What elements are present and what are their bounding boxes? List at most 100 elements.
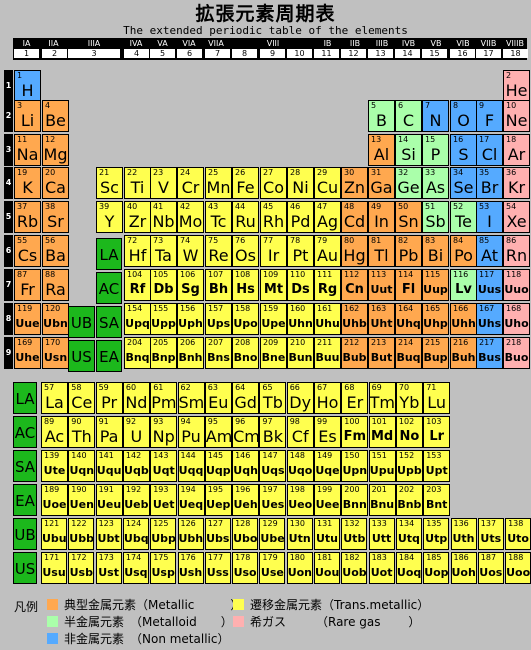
series-cell: 71 Lu	[423, 382, 451, 414]
series-cell: 177 Uss	[204, 552, 231, 584]
group-number: 6	[177, 49, 202, 58]
series-marker: UB	[68, 306, 95, 338]
element-symbol: Bnu	[370, 498, 395, 511]
element-symbol: Usn	[43, 351, 68, 364]
element-cell: 14 Si	[395, 134, 422, 166]
atomic-number: 24	[180, 168, 191, 177]
atomic-number: 149	[317, 451, 333, 460]
element-symbol: Yb	[399, 393, 420, 412]
atomic-number: 113	[371, 270, 387, 279]
atomic-number: 97	[262, 417, 273, 426]
atomic-number: 40	[127, 202, 138, 211]
series-cell: 146 Uqh	[232, 450, 260, 482]
element-symbol: I	[487, 212, 492, 231]
series-cell: 193 Uet	[150, 484, 178, 516]
series-cell: 190 Uen	[68, 484, 96, 516]
element-cell: 110 Ds	[287, 269, 314, 301]
atomic-number: 138	[508, 519, 524, 528]
atomic-number: 110	[290, 270, 306, 279]
atomic-number: 134	[398, 519, 415, 528]
atomic-number: 50	[398, 202, 409, 211]
series-cell: 153 Upt	[423, 450, 451, 482]
atomic-number: 186	[453, 553, 469, 562]
element-symbol: Lu	[427, 393, 447, 412]
element-cell: 113 Uut	[368, 269, 395, 301]
element-cell: 205 Bnp	[150, 337, 177, 369]
atomic-number: 161	[317, 304, 333, 313]
group-label: VIII	[266, 39, 280, 48]
element-cell: 107 Bh	[205, 269, 232, 301]
element-symbol: Uon	[287, 566, 313, 579]
atomic-number: 22	[127, 168, 138, 177]
element-symbol: Uos	[479, 566, 503, 579]
element-cell: 77 Ir	[260, 235, 287, 267]
atomic-number: 45	[263, 202, 274, 211]
element-symbol: Co	[263, 178, 284, 197]
element-cell: 170 Usn	[42, 337, 69, 369]
element-cell: 75 Re	[205, 235, 232, 267]
series-marker: EA	[13, 484, 37, 516]
element-symbol: Kr	[507, 178, 526, 197]
atomic-number: 1	[17, 71, 23, 80]
element-symbol: Sc	[100, 178, 119, 197]
element-cell: 46 Pd	[287, 201, 314, 233]
atomic-number: 73	[153, 236, 164, 245]
element-symbol: H	[21, 81, 34, 100]
element-symbol: Uhn	[288, 317, 313, 330]
element-symbol: Uhs	[477, 317, 502, 330]
atomic-number: 153	[426, 451, 442, 460]
atomic-number: 71	[426, 383, 437, 392]
element-symbol: Uhb	[342, 317, 367, 330]
atomic-number: 87	[17, 270, 28, 279]
element-symbol: Mo	[178, 212, 203, 231]
element-symbol: Upt	[425, 464, 448, 477]
atomic-number: 217	[479, 338, 495, 347]
element-symbol: Pt	[292, 246, 309, 265]
atomic-number: 131	[317, 519, 333, 528]
element-cell: 10 Ne	[503, 100, 530, 132]
atomic-number: 199	[317, 485, 333, 494]
element-symbol: Uqh	[233, 464, 258, 477]
element-symbol: Pr	[101, 393, 118, 412]
group-label: VIIA	[208, 39, 224, 48]
element-symbol: Fe	[236, 178, 255, 197]
series-cell: 148 Uqo	[286, 450, 314, 482]
element-symbol: Nd	[125, 393, 148, 412]
element-symbol: Cn	[345, 282, 364, 297]
atomic-number: 72	[127, 236, 138, 245]
element-cell: 216 Buh	[450, 337, 477, 369]
atomic-number: 165	[425, 304, 441, 313]
series-cell: 138 Uto	[505, 518, 531, 550]
atomic-number: 4	[45, 101, 51, 110]
series-cell: 68 Er	[341, 382, 369, 414]
element-symbol: Hs	[236, 282, 255, 297]
atomic-number: 11	[17, 135, 28, 144]
atomic-number: 90	[71, 417, 82, 426]
group-number: 14	[395, 49, 420, 58]
series-cell: 57 La	[41, 382, 68, 414]
atomic-number: 44	[235, 202, 246, 211]
element-symbol: Uus	[477, 283, 502, 296]
element-symbol: Es	[318, 427, 337, 446]
element-symbol: Upb	[397, 464, 422, 477]
element-symbol: V	[158, 178, 169, 197]
series-cell: 101 Md	[368, 416, 396, 448]
element-cell: 34 Se	[450, 167, 477, 199]
element-cell: 55 Cs	[14, 235, 41, 267]
element-symbol: Ge	[397, 178, 420, 197]
element-cell: 112 Cn	[341, 269, 368, 301]
element-cell: 207 Bns	[205, 337, 232, 369]
element-cell: 22 Ti	[124, 167, 151, 199]
series-cell: 203 Bnt	[423, 484, 451, 516]
element-symbol: Na	[16, 145, 39, 164]
element-cell: 56 Ba	[42, 235, 69, 267]
element-cell: 73 Ta	[150, 235, 177, 267]
atomic-number: 142	[125, 451, 142, 460]
period-label: 2	[4, 100, 13, 132]
element-cell: 27 Co	[260, 167, 287, 199]
atomic-number: 6	[398, 101, 404, 110]
element-cell: 81 Tl	[368, 235, 395, 267]
element-symbol: Ueb	[124, 498, 149, 511]
atomic-number: 111	[317, 270, 333, 279]
series-cell: 142 Uqb	[122, 450, 150, 482]
